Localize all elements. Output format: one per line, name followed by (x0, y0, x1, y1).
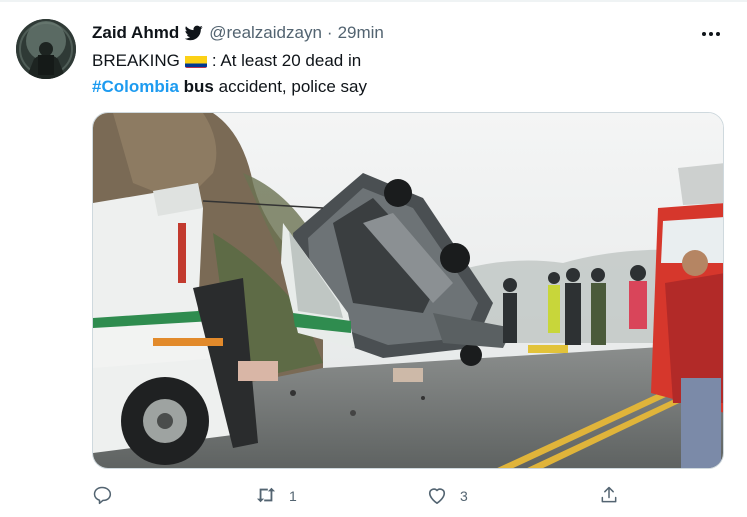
tweet-text-line-1: BREAKING : At least 20 dead in (92, 48, 367, 74)
colombia-flag-icon (184, 53, 207, 68)
tweet-text: BREAKING : At least 20 dead in #Colombia … (92, 48, 367, 100)
bold-word: bus (183, 77, 214, 96)
hashtag-link[interactable]: #Colombia (92, 77, 179, 96)
more-options-button[interactable] (696, 22, 726, 44)
tweet-text-line-2: #Colombia bus accident, police say (92, 74, 367, 100)
breaking-label: BREAKING (92, 51, 180, 70)
like-icon (426, 485, 448, 508)
avatar[interactable] (16, 19, 76, 79)
share-button[interactable] (599, 482, 631, 510)
like-button[interactable]: 3 (426, 482, 468, 510)
author-handle[interactable]: @realzaidzayn (209, 23, 322, 43)
tweet-photo[interactable] (92, 112, 724, 469)
more-icon (701, 24, 721, 42)
retweet-count: 1 (289, 488, 297, 504)
like-count: 3 (460, 488, 468, 504)
tweet-card[interactable]: Zaid Ahmd @realzaidzayn · 29min BREAKING… (0, 0, 747, 517)
reply-button[interactable] (92, 482, 124, 510)
accident-photo (93, 113, 723, 468)
timestamp[interactable]: 29min (338, 23, 384, 43)
tweet-actions-bar: 1 3 (92, 482, 732, 510)
separator-dot: · (326, 23, 333, 42)
verified-icon (185, 25, 203, 41)
retweet-button[interactable]: 1 (255, 482, 297, 510)
text-segment-2: accident, police say (218, 77, 367, 96)
retweet-icon (255, 485, 277, 508)
author-name[interactable]: Zaid Ahmd (92, 23, 179, 43)
share-icon (599, 485, 619, 508)
text-segment-1: : At least 20 dead in (211, 51, 362, 70)
tweet-header: Zaid Ahmd @realzaidzayn · 29min (92, 22, 384, 44)
reply-icon (92, 485, 112, 508)
